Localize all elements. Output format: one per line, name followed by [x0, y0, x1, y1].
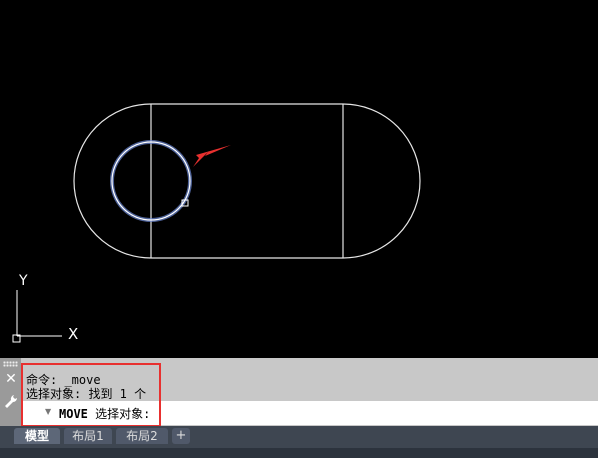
tab-layout2[interactable]: 布局2 — [116, 428, 168, 444]
ucs-y-label: Y — [18, 273, 28, 289]
command-input[interactable]: ▼ MOVE 选择对象: — [23, 401, 598, 425]
command-prompt-text: 选择对象: — [95, 407, 151, 421]
command-name: MOVE — [59, 407, 88, 421]
wrench-icon[interactable] — [4, 394, 18, 410]
ucs-icon: Y X — [12, 273, 78, 343]
slot-outline[interactable] — [73, 103, 421, 259]
command-prompt: MOVE 选择对象: — [59, 405, 150, 422]
command-line-panel: ✕ 命令: _move 选择对象: 找到 1 个 ▼ MOVE 选择对象: — [0, 358, 598, 426]
drawing-canvas[interactable]: Y X — [0, 0, 598, 358]
command-recent-dropdown-icon[interactable]: ▼ — [45, 407, 51, 416]
layout-tabs: 模型 布局1 布局2 + — [0, 426, 598, 458]
status-bar — [0, 448, 598, 458]
command-panel-handle[interactable]: ✕ — [0, 358, 21, 426]
history-line-2: 选择对象: 找到 1 个 — [26, 387, 147, 401]
tab-layout1[interactable]: 布局1 — [64, 428, 112, 444]
add-layout-button[interactable]: + — [172, 428, 190, 444]
close-icon[interactable]: ✕ — [4, 371, 18, 387]
grip-icon — [3, 361, 18, 367]
tab-model[interactable]: 模型 — [14, 428, 60, 444]
annotation-arrow — [193, 145, 231, 167]
command-history: 命令: _move 选择对象: 找到 1 个 — [23, 358, 598, 401]
ucs-x-label: X — [68, 325, 78, 343]
